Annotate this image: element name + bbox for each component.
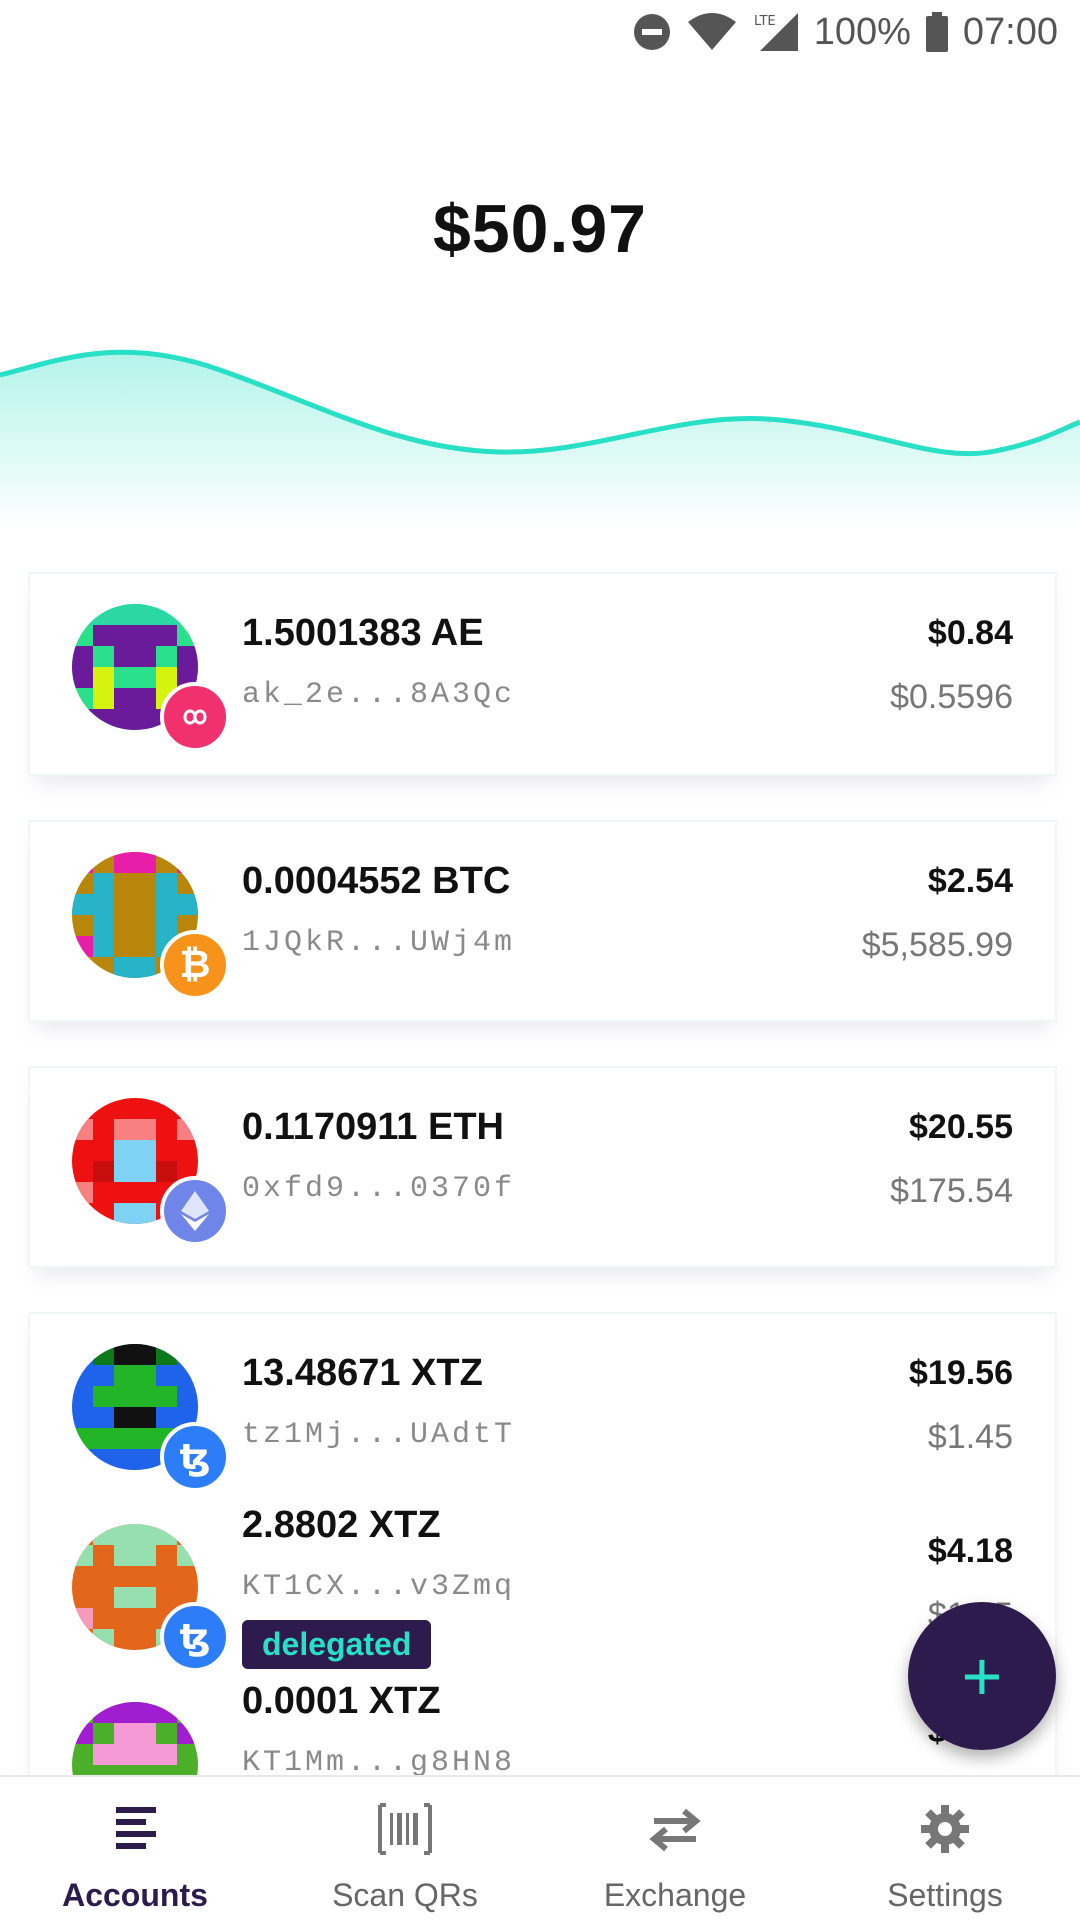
gear-icon (921, 1805, 969, 1853)
account-amount: 0.1170911 ETH (242, 1106, 504, 1148)
svg-text:LTE: LTE (754, 14, 776, 29)
signal-icon: LTE (754, 13, 798, 51)
account-fiat-value: $19.56 (909, 1354, 1013, 1392)
account-amount: 0.0004552 BTC (242, 860, 511, 902)
identicon-avatar (72, 1702, 198, 1784)
aeternity-icon (160, 682, 230, 752)
account-address: 0xfd9...0370f (242, 1172, 516, 1206)
account-address: 1JQkR...UWj4m (242, 926, 516, 960)
coin-price: $5,585.99 (861, 926, 1013, 964)
battery-icon (925, 12, 948, 52)
swap-arrows-icon (649, 1808, 701, 1852)
status-icons: LTE 100% 07:00 (632, 8, 1058, 56)
ethereum-icon (160, 1176, 230, 1246)
nav-settings[interactable]: Settings (810, 1777, 1080, 1922)
account-fiat-value: $2.54 (927, 862, 1013, 900)
do-not-disturb-icon (633, 14, 670, 50)
account-address: ak_2e...8A3Qc (242, 678, 516, 712)
account-fiat-value: $20.55 (909, 1108, 1013, 1146)
account-amount: 13.48671 XTZ (242, 1352, 483, 1394)
status-bar: LTE 100% 07:00 (0, 0, 1080, 64)
nav-label-settings: Settings (887, 1877, 1003, 1913)
account-amount: 2.8802 XTZ (242, 1504, 441, 1546)
nav-exchange[interactable]: Exchange (540, 1777, 810, 1922)
nav-scan-qrs[interactable]: Scan QRs (270, 1777, 540, 1922)
nav-label-accounts: Accounts (62, 1877, 208, 1913)
coin-price: $175.54 (890, 1172, 1013, 1210)
wifi-icon (687, 13, 736, 50)
coin-price: $0.5596 (890, 678, 1013, 716)
nav-accounts[interactable]: Accounts (0, 1777, 270, 1922)
total-balance: $50.97 (433, 191, 647, 267)
nav-label-exchange: Exchange (603, 1877, 747, 1913)
battery-percent: 100% (813, 10, 911, 53)
add-account-button[interactable]: + (908, 1602, 1056, 1750)
account-fiat-value: $4.18 (927, 1532, 1013, 1570)
account-address: KT1CX...v3Zmq (242, 1570, 516, 1604)
account-fiat-value: $0.84 (927, 614, 1013, 652)
nav-label-scan: Scan QRs (332, 1877, 478, 1913)
account-card-eth[interactable]: 0.1170911 ETH 0xfd9...0370f $20.55 $175.… (28, 1066, 1057, 1268)
barcode-icon (378, 1803, 432, 1855)
tezos-icon: ꜩ (160, 1602, 230, 1672)
bitcoin-icon: ₿ (160, 930, 230, 1000)
account-card-xtz[interactable]: ꜩ 13.48671 XTZ tz1Mj...UAdtT $19.56 $1.4… (28, 1312, 1057, 1786)
account-amount: 0.0001 XTZ (242, 1680, 441, 1722)
account-address: tz1Mj...UAdtT (242, 1418, 516, 1452)
account-card-btc[interactable]: ₿ 0.0004552 BTC 1JQkR...UWj4m $2.54 $5,5… (28, 820, 1057, 1022)
balance-wave-graph (0, 349, 1080, 530)
coin-price: $1.45 (927, 1418, 1013, 1456)
bottom-navigation: Accounts Scan QRs Exchange Settings (0, 1775, 1080, 1922)
delegated-badge: delegated (242, 1620, 432, 1669)
account-card-ae[interactable]: 1.5001383 AE ak_2e...8A3Qc $0.84 $0.5596 (28, 572, 1057, 776)
list-icon (116, 1807, 156, 1849)
tezos-icon: ꜩ (160, 1422, 230, 1492)
clock: 07:00 (962, 10, 1058, 53)
account-amount: 1.5001383 AE (242, 612, 484, 654)
